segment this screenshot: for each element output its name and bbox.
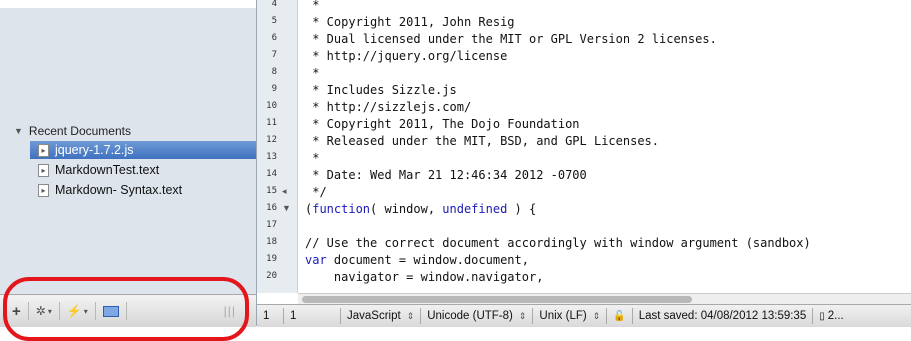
- code-line: */: [305, 185, 327, 199]
- line-number: 9: [271, 84, 277, 94]
- updown-arrows-icon: ⇕: [518, 310, 527, 321]
- fold-end-icon[interactable]: ◂: [282, 186, 287, 197]
- line-number: 18: [266, 237, 277, 247]
- line-endings-select[interactable]: Unix (LF) ⇕: [533, 308, 608, 324]
- line-value: 1: [263, 310, 270, 322]
- code-editor[interactable]: * * Copyright 2011, John Resig * Dual li…: [305, 0, 911, 293]
- code-line: navigator = window.navigator,: [305, 270, 544, 284]
- code-line: var document = window.document,: [305, 253, 529, 267]
- sidebar-top-strip: [0, 0, 256, 8]
- code-line: // Use the correct document accordingly …: [305, 236, 811, 250]
- line-number: 11: [266, 118, 277, 128]
- code-line: *: [305, 151, 320, 165]
- line-endings-value: Unix (LF): [539, 310, 587, 322]
- highlight-annotation-ring: [3, 277, 249, 341]
- syntax-value: JavaScript: [347, 310, 401, 322]
- recent-documents-label: Recent Documents: [28, 124, 131, 138]
- line-number: 12: [266, 135, 277, 145]
- last-saved-label: Last saved: 04/08/2012 13:59:35: [633, 308, 814, 324]
- line-indicator[interactable]: 1: [257, 308, 284, 324]
- encoding-select[interactable]: Unicode (UTF-8) ⇕: [421, 308, 534, 324]
- line-number: 10: [266, 101, 277, 111]
- code-line: * http://sizzlejs.com/: [305, 100, 472, 114]
- code-line: * Released under the MIT, BSD, and GPL L…: [305, 134, 660, 148]
- text-file-icon: ▸: [38, 183, 49, 197]
- sidebar-item-jquery[interactable]: ▸ jquery-1.7.2.js: [30, 141, 256, 159]
- sidebar-item-markdowntest[interactable]: ▸ MarkdownTest.text: [38, 161, 256, 179]
- code-line: *: [305, 0, 320, 12]
- code-line: * Copyright 2011, John Resig: [305, 15, 515, 29]
- document-label: jquery-1.7.2.js: [55, 143, 134, 157]
- line-number: 7: [271, 50, 277, 60]
- document-label: Markdown- Syntax.text: [55, 183, 183, 197]
- line-number: 16: [266, 203, 277, 213]
- line-number: 6: [271, 33, 277, 43]
- document-info[interactable]: ▯ 2...: [813, 308, 850, 324]
- document-icon: ▯: [819, 310, 825, 322]
- text-file-icon: ▸: [38, 163, 49, 177]
- line-number: 19: [266, 254, 277, 264]
- status-bar: 1 1 JavaScript ⇕ Unicode (UTF-8) ⇕ Unix (L…: [257, 304, 911, 327]
- code-line: * Date: Wed Mar 21 12:46:34 2012 -0700: [305, 168, 587, 182]
- line-number: 15: [266, 186, 277, 196]
- code-line: * Dual licensed under the MIT or GPL Ver…: [305, 32, 717, 46]
- document-info-value: 2...: [827, 310, 844, 322]
- line-number: 20: [266, 271, 277, 281]
- syntax-select[interactable]: JavaScript ⇕: [341, 308, 422, 324]
- recent-documents-header[interactable]: ▼ Recent Documents: [14, 124, 131, 138]
- disclosure-triangle-icon[interactable]: ▼: [14, 126, 23, 136]
- line-number: 5: [271, 16, 277, 26]
- encoding-value: Unicode (UTF-8): [427, 310, 513, 322]
- last-saved-value: Last saved: 04/08/2012 13:59:35: [638, 310, 807, 322]
- code-line: * http://jquery.org/license: [305, 49, 508, 63]
- updown-arrows-icon: ⇕: [406, 310, 415, 321]
- line-number: 13: [266, 152, 277, 162]
- sidebar-item-markdown-syntax[interactable]: ▸ Markdown- Syntax.text: [38, 181, 256, 199]
- line-number: 8: [271, 67, 277, 77]
- lock-button[interactable]: 🔓: [607, 308, 633, 324]
- lock-icon: 🔓: [613, 310, 626, 322]
- code-line: *: [305, 66, 320, 80]
- code-line: (function( window, undefined ) {: [305, 202, 537, 216]
- line-number: 4: [271, 0, 277, 9]
- code-line: * Includes Sizzle.js: [305, 83, 457, 97]
- scrollbar-thumb[interactable]: [302, 296, 692, 303]
- line-number: 17: [266, 220, 277, 230]
- fold-toggle-icon[interactable]: ▼: [282, 203, 291, 213]
- column-indicator[interactable]: 1: [284, 308, 341, 324]
- document-label: MarkdownTest.text: [55, 163, 160, 177]
- column-value: 1: [290, 310, 297, 322]
- line-number-gutter[interactable]: 4 5 6 7 8 9 10 11 12 13 14 15 16 17 18 1…: [257, 0, 298, 293]
- js-file-icon: ▸: [38, 143, 49, 157]
- line-number: 14: [266, 169, 277, 179]
- code-line: * Copyright 2011, The Dojo Foundation: [305, 117, 580, 131]
- updown-arrows-icon: ⇕: [592, 310, 601, 321]
